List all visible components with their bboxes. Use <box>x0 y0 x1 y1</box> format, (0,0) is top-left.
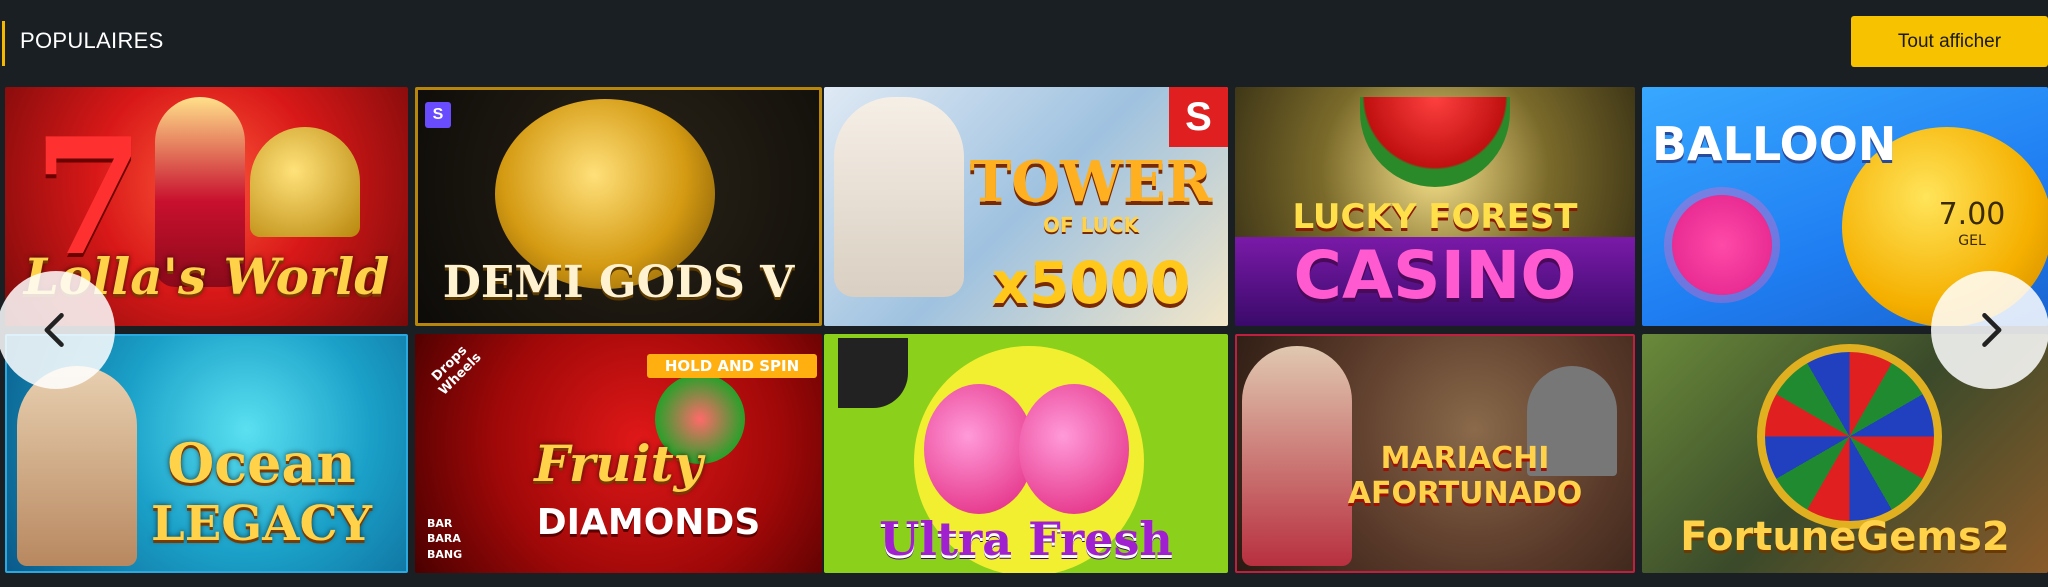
game-multiplier: 7.00 <box>1938 197 2006 232</box>
game-tile-lucky-forest-casino[interactable]: LUCKY FOREST CASINO <box>1235 87 1635 326</box>
game-subtitle: DIAMONDS <box>536 502 761 543</box>
game-tile-fruity-diamonds[interactable]: HOLD AND SPIN Drops Wheels Fruity DIAMON… <box>415 334 822 573</box>
studio-logo: BAR BARA BANG <box>427 517 463 561</box>
game-tile-mariachi-afortunado[interactable]: MARIACHI AFORTUNADO <box>1235 334 1635 573</box>
game-title: Ultra Fresh <box>879 512 1173 566</box>
game-currency: GEL <box>1958 233 1986 249</box>
game-tile-demi-gods-v[interactable]: S DEMI GODS V <box>415 87 822 326</box>
carousel-next-button[interactable] <box>1931 271 2048 389</box>
game-title: MARIACHI <box>1380 441 1550 476</box>
games-grid: 7 Lolla's World S DEMI GODS V S TOWER OF… <box>5 87 2048 575</box>
game-title: DEMI GODS V <box>442 257 795 308</box>
section-header: POPULAIRES Tout afficher <box>0 0 2048 84</box>
game-subtitle: OF LUCK <box>1042 213 1140 237</box>
section-accent-bar <box>2 21 5 66</box>
section-title: POPULAIRES <box>20 28 164 53</box>
chevron-left-icon <box>44 313 64 347</box>
game-title: LUCKY FOREST <box>1292 197 1578 237</box>
game-title: Ocean <box>167 431 356 495</box>
show-all-button[interactable]: Tout afficher <box>1851 16 2048 67</box>
game-subtitle: AFORTUNADO <box>1347 476 1583 511</box>
game-title: Fruity <box>534 434 703 493</box>
game-title: TOWER <box>969 149 1213 215</box>
carousel-prev-button[interactable] <box>0 271 115 389</box>
game-tile-ultra-fresh[interactable]: Ultra Fresh <box>824 334 1228 573</box>
game-multiplier: x5000 <box>991 249 1191 317</box>
game-subtitle: LEGACY <box>150 496 373 552</box>
chevron-right-icon <box>1982 313 2002 347</box>
hold-and-spin-badge: HOLD AND SPIN <box>647 354 817 378</box>
game-subtitle: CASINO <box>1293 237 1577 314</box>
game-tile-tower-of-luck[interactable]: S TOWER OF LUCK x5000 <box>824 87 1228 326</box>
game-title: BALLOON <box>1652 117 1897 171</box>
game-title: FortuneGems2 <box>1680 514 2010 560</box>
